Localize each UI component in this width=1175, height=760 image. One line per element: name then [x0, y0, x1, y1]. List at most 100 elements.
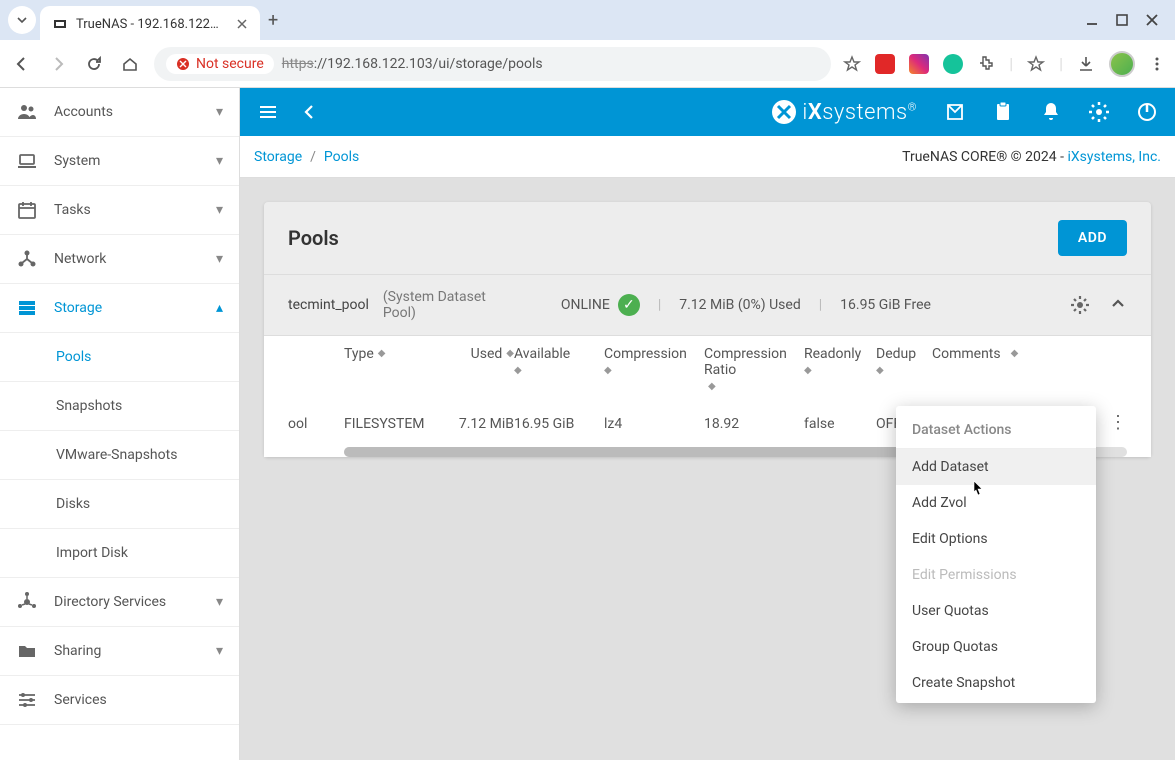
truecommand-icon[interactable]	[941, 98, 969, 126]
sidebar-subitem-import-disk[interactable]: Import Disk	[0, 529, 239, 578]
breadcrumb-root[interactable]: Storage	[254, 149, 302, 165]
add-button[interactable]: ADD	[1058, 220, 1127, 256]
sidebar-item-label: Services	[54, 692, 107, 708]
table-header-row: Type◆ Used◆ Available◆ Compression◆ Comp…	[264, 336, 1151, 402]
calendar-icon	[16, 199, 38, 221]
tab-title: TrueNAS - 192.168.122…	[76, 17, 228, 32]
menu-icon[interactable]	[254, 98, 282, 126]
col-comments[interactable]: Comments◆	[932, 346, 1022, 362]
menu-item-create-snapshot[interactable]: Create Snapshot	[896, 665, 1096, 701]
cell-used: 7.12 MiB	[444, 412, 514, 432]
chevron-down-icon: ▾	[216, 251, 223, 267]
bookmarks-icon[interactable]	[1027, 55, 1045, 73]
sort-icon: ◆	[708, 382, 716, 392]
chevron-down-icon: ▾	[216, 643, 223, 659]
sidebar-subitem-disks[interactable]: Disks	[0, 480, 239, 529]
browser-tab[interactable]: TrueNAS - 192.168.122…	[40, 6, 260, 42]
menu-item-user-quotas[interactable]: User Quotas	[896, 593, 1096, 629]
browser-menu-icon[interactable]	[1149, 56, 1165, 72]
tab-list-dropdown[interactable]	[8, 6, 36, 34]
chevron-down-icon: ▾	[216, 104, 223, 120]
chevron-down-icon: ▾	[216, 594, 223, 610]
sidebar-item-system[interactable]: System▾	[0, 137, 239, 186]
menu-item-edit-options[interactable]: Edit Options	[896, 521, 1096, 557]
app-root: Accounts▾System▾Tasks▾Network▾Storage▴Po…	[0, 88, 1175, 760]
breadcrumb-separator: /	[310, 149, 316, 165]
sidebar-subitem-vmware-snapshots[interactable]: VMware-Snapshots	[0, 431, 239, 480]
sidebar-item-directory-services[interactable]: Directory Services ▾	[0, 578, 239, 627]
sidebar-item-label: System	[54, 153, 100, 169]
folder-shared-icon	[16, 640, 38, 662]
col-available[interactable]: Available◆	[514, 346, 604, 376]
sort-icon: ◆	[514, 366, 522, 376]
pool-collapse-icon[interactable]	[1109, 294, 1127, 316]
menu-item-add-dataset[interactable]: Add Dataset	[896, 449, 1096, 485]
forward-button[interactable]	[46, 52, 70, 76]
sidebar-item-sharing[interactable]: Sharing▾	[0, 627, 239, 676]
home-button[interactable]	[118, 52, 142, 76]
pool-settings-icon[interactable]	[1069, 294, 1091, 316]
minimize-icon[interactable]	[1085, 13, 1099, 27]
cell-available: 16.95 GiB	[514, 412, 604, 432]
row-more-icon[interactable]: ⋮	[1109, 412, 1127, 433]
sort-icon: ◆	[876, 366, 884, 376]
toolbar-right: | |	[843, 51, 1165, 77]
extension-instagram-icon[interactable]	[909, 54, 929, 74]
menu-item-add-zvol[interactable]: Add Zvol	[896, 485, 1096, 521]
extension-flipboard-icon[interactable]	[875, 54, 895, 74]
extensions-menu-icon[interactable]	[977, 55, 995, 73]
sort-icon: ◆	[1011, 349, 1019, 359]
sidebar-item-tasks[interactable]: Tasks▾	[0, 186, 239, 235]
sort-icon: ◆	[604, 366, 612, 376]
breadcrumb-leaf[interactable]: Pools	[324, 149, 359, 165]
sidebar-subitem-snapshots[interactable]: Snapshots	[0, 382, 239, 431]
back-chevron-icon[interactable]	[296, 98, 324, 126]
check-circle-icon: ✓	[618, 294, 640, 316]
power-icon[interactable]	[1133, 98, 1161, 126]
sidebar-item-label: Network	[54, 251, 106, 267]
back-button[interactable]	[10, 52, 34, 76]
people-icon	[16, 101, 38, 123]
col-compression-ratio[interactable]: Compression Ratio◆	[704, 346, 804, 392]
col-used[interactable]: Used◆	[444, 346, 514, 362]
maximize-icon[interactable]	[1115, 13, 1129, 27]
address-bar[interactable]: Not secure https://192.168.122.103/ui/st…	[154, 47, 831, 81]
security-badge[interactable]: Not secure	[166, 54, 274, 74]
new-tab-button[interactable]: +	[268, 10, 278, 31]
profile-avatar[interactable]	[1109, 51, 1135, 77]
col-compression[interactable]: Compression◆	[604, 346, 704, 376]
sidebar-item-services[interactable]: Services	[0, 676, 239, 725]
sidebar-item-label: Accounts	[54, 104, 113, 120]
window-controls	[1085, 13, 1167, 27]
col-readonly[interactable]: Readonly◆	[804, 346, 876, 376]
sidebar-subitem-pools[interactable]: Pools	[0, 333, 239, 382]
copyright-text: TrueNAS CORE® © 2024 - iXsystems, Inc.	[902, 149, 1161, 165]
sort-icon: ◆	[506, 349, 514, 359]
chevron-up-icon: ▴	[216, 300, 223, 316]
network-icon	[16, 248, 38, 270]
vendor-link[interactable]: iXsystems, Inc.	[1067, 149, 1161, 165]
sidebar-item-label: Directory Services	[54, 594, 166, 610]
col-dedup[interactable]: Dedup◆	[876, 346, 932, 376]
sidebar-item-storage[interactable]: Storage▴	[0, 284, 239, 333]
tab-favicon-icon	[52, 16, 68, 32]
bookmark-star-icon[interactable]	[843, 55, 861, 73]
cell-ratio: 18.92	[704, 412, 804, 432]
menu-item-group-quotas[interactable]: Group Quotas	[896, 629, 1096, 665]
sidebar-item-accounts[interactable]: Accounts ▾	[0, 88, 239, 137]
content-area: Pools ADD tecmint_pool (System Dataset P…	[240, 178, 1175, 760]
close-window-icon[interactable]	[1145, 13, 1159, 27]
not-secure-icon	[176, 57, 190, 71]
downloads-icon[interactable]	[1077, 55, 1095, 73]
notifications-icon[interactable]	[1037, 98, 1065, 126]
extension-grammarly-icon[interactable]	[943, 54, 963, 74]
reload-button[interactable]	[82, 52, 106, 76]
settings-icon[interactable]	[1085, 98, 1113, 126]
col-type[interactable]: Type◆	[344, 346, 444, 362]
tab-close-icon[interactable]	[236, 18, 248, 30]
chevron-down-icon: ▾	[216, 202, 223, 218]
sidebar-item-network[interactable]: Network ▾	[0, 235, 239, 284]
cell-compression: lz4	[604, 412, 704, 432]
clipboard-icon[interactable]	[989, 98, 1017, 126]
separator: |	[1059, 54, 1063, 73]
